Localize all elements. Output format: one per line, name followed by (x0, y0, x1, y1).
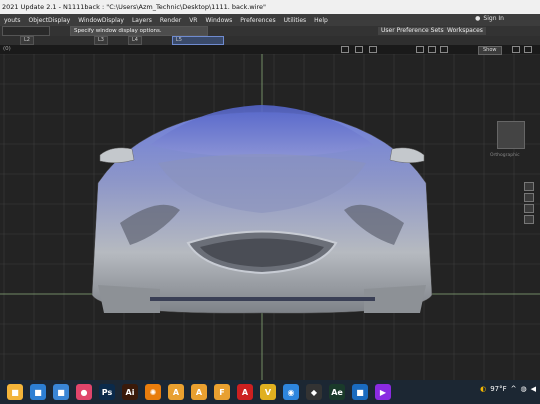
menu-item-render[interactable]: Render (156, 17, 185, 24)
menu-item-windowdisplay[interactable]: WindowDisplay (74, 17, 128, 24)
layer-l3[interactable]: L3 (93, 36, 108, 45)
illustrator-icon[interactable]: Ai (122, 384, 138, 400)
volume-icon[interactable]: ◀ (531, 385, 536, 393)
layer-bar: L2 L3 L4 L5 (0, 36, 540, 45)
temperature-label: 97°F (490, 385, 507, 393)
workspaces-button[interactable]: Workspaces (444, 27, 486, 35)
view-cube[interactable] (497, 121, 525, 149)
adobe-media-icon[interactable]: Ae (329, 384, 345, 400)
menu-bar: youts ObjectDisplay WindowDisplay Layers… (0, 14, 540, 26)
chevron-up-icon[interactable]: ^ (511, 385, 517, 393)
store-icon[interactable]: ■ (30, 384, 46, 400)
network-icon[interactable]: ◍ (521, 385, 527, 393)
show-button[interactable]: Show (478, 46, 502, 55)
a-red-app-icon[interactable]: A (237, 384, 253, 400)
windows-taskbar: ■ ■ ■ ● Ps Ai ✺ A A F A V ◉ ◆ Ae ■ ▶ ◐ 97°F ^ ◍ ◀ (0, 380, 540, 404)
blender-icon[interactable]: ✺ (145, 384, 161, 400)
folder-icon[interactable]: ■ (352, 384, 368, 400)
toolbar: Specify window display options. User Pre… (0, 26, 540, 36)
menu-item-layouts[interactable]: youts (0, 17, 25, 24)
media-player-icon[interactable]: ▶ (375, 384, 391, 400)
viewport-wire-icon[interactable] (428, 46, 436, 53)
alias-icon[interactable]: A (168, 384, 184, 400)
maximize-icon[interactable] (512, 46, 520, 53)
menu-item-windows[interactable]: Windows (201, 17, 236, 24)
weather-icon[interactable]: ◐ (480, 385, 486, 393)
mail-icon[interactable]: ■ (53, 384, 69, 400)
viewport-canvas (0, 53, 540, 380)
tumble-icon[interactable] (524, 204, 534, 213)
viewport-view-icon[interactable] (341, 46, 349, 53)
sign-in-button[interactable]: ● Sign In (475, 15, 504, 22)
viewport-grid-icon[interactable] (369, 46, 377, 53)
car-model[interactable] (91, 105, 433, 314)
viewport-render-icon[interactable] (440, 46, 448, 53)
menu-item-layers[interactable]: Layers (128, 17, 156, 24)
layer-l4[interactable]: L4 (127, 36, 142, 45)
chrome-icon[interactable]: ◉ (283, 384, 299, 400)
viewport[interactable]: (0) Show Orthographic (0, 45, 540, 380)
viewport-frame-icon[interactable] (355, 46, 363, 53)
unity-icon[interactable]: ◆ (306, 384, 322, 400)
menu-item-vr[interactable]: VR (185, 17, 201, 24)
viewport-label: (0) (3, 46, 11, 52)
right-mirror (389, 147, 425, 163)
menu-item-help[interactable]: Help (310, 17, 332, 24)
f-app-icon[interactable]: F (214, 384, 230, 400)
viewport-side-tools (524, 182, 534, 226)
menu-item-preferences[interactable]: Preferences (236, 17, 279, 24)
prompt-line: Specify window display options. (70, 26, 208, 36)
alias-active-icon[interactable]: A (191, 384, 207, 400)
user-icon: ● (475, 15, 481, 22)
viewport-shade-icon[interactable] (416, 46, 424, 53)
file-explorer-icon[interactable]: ■ (7, 384, 23, 400)
search-field[interactable] (2, 26, 50, 36)
system-tray: ◐ 97°F ^ ◍ ◀ (480, 385, 536, 393)
zoom-icon[interactable] (524, 182, 534, 191)
title-bar: 2021 Update 2.1 - N1111back : "C:\Users\… (0, 0, 540, 14)
user-preference-sets-button[interactable]: User Preference Sets (378, 27, 447, 35)
photoshop-icon[interactable]: Ps (99, 384, 115, 400)
menu-item-utilities[interactable]: Utilities (280, 17, 311, 24)
close-icon[interactable] (524, 46, 532, 53)
layer-l2[interactable]: L2 (20, 36, 34, 45)
menu-item-objectdisplay[interactable]: ObjectDisplay (25, 17, 75, 24)
view-cube-label: Orthographic (490, 153, 520, 158)
viewport-toolbar: (0) Show (0, 45, 540, 55)
frame-all-icon[interactable] (524, 215, 534, 224)
sign-in-label: Sign In (483, 15, 504, 22)
left-mirror (99, 147, 135, 163)
v-app-icon[interactable]: V (260, 384, 276, 400)
window-title: 2021 Update 2.1 - N1111back : "C:\Users\… (2, 3, 267, 11)
layer-l5[interactable]: L5 (171, 36, 224, 45)
camera-icon[interactable]: ● (76, 384, 92, 400)
pan-icon[interactable] (524, 193, 534, 202)
